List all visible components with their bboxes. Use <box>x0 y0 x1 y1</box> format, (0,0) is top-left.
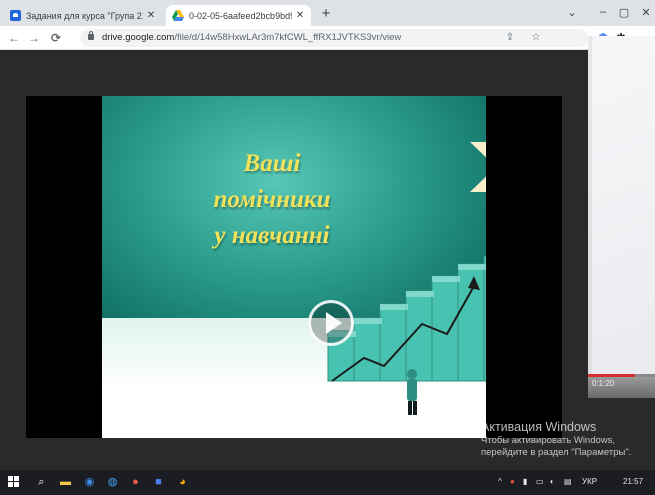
taskbar-clock[interactable]: 21:57 <box>623 477 643 486</box>
close-tab-icon[interactable]: ✕ <box>295 10 305 21</box>
browser-tab-strip: Задания для курса "Група 211 І ✕ 0-02-05… <box>0 0 655 26</box>
tray-app-icon[interactable]: ● <box>510 477 515 486</box>
close-tab-icon[interactable]: ✕ <box>146 10 156 21</box>
store-icon[interactable]: ◍ <box>105 475 120 490</box>
forward-arrow-icon[interactable]: → <box>26 30 42 46</box>
tab-search-icon[interactable]: ⌄ <box>563 6 581 20</box>
video-time: 0:1:20 <box>592 379 615 388</box>
new-tab-button[interactable]: + <box>318 6 334 22</box>
notes-icon[interactable]: ▤ <box>564 477 572 486</box>
volume-icon[interactable]: ◖ <box>549 477 554 486</box>
restore-button[interactable]: ▢ <box>615 6 633 20</box>
video-controls: 0:1:20 <box>588 377 655 398</box>
chevron-right-icon <box>470 142 486 192</box>
reload-icon[interactable]: ⟳ <box>48 30 64 46</box>
tray-chevron-icon[interactable]: ^ <box>498 477 502 486</box>
address-url: drive.google.com/file/d/14w58HxwLAr3m7kf… <box>102 32 401 43</box>
slide-title-line: у навчанні <box>214 222 330 249</box>
video-frame-slide[interactable]: Ваші помічники у навчанні <box>102 96 486 438</box>
word-icon[interactable]: ■ <box>151 475 166 490</box>
activation-title: Активация Windows <box>481 420 597 434</box>
tab-title: 0-02-05-6aafeed2bcb9bd9ce09 <box>189 10 292 21</box>
background-window[interactable]: 0:1:20 <box>588 36 655 398</box>
window-shadow <box>588 36 592 398</box>
monitor-icon[interactable]: ▭ <box>536 477 544 486</box>
app-icon[interactable]: ● <box>128 475 143 490</box>
windows-activation-watermark: Активация Windows Чтобы активировать Win… <box>481 420 653 459</box>
close-window-button[interactable]: ✕ <box>637 6 655 20</box>
file-explorer-icon[interactable]: ▬ <box>58 475 73 490</box>
lock-icon <box>88 31 94 40</box>
tab-drive-file[interactable]: 0-02-05-6aafeed2bcb9bd9ce09 ✕ <box>166 5 311 26</box>
back-arrow-icon[interactable]: ← <box>6 30 22 46</box>
windows-taskbar: ⌕ ▬ ◉ ◍ ● ■ ◕ ^ ● ▮ ▭ ◖ ▤ УКР 21:57 <box>0 470 655 495</box>
slide-title: Ваші помічники у навчанні <box>172 146 372 254</box>
input-language[interactable]: УКР <box>582 477 597 486</box>
edge-browser-icon[interactable]: ◉ <box>82 475 97 490</box>
play-button[interactable] <box>308 300 354 346</box>
url-path: /file/d/14w58HxwLAr3m7kfCWL_ffRX1JVTKS3v… <box>174 32 402 43</box>
tab-classroom-assignments[interactable]: Задания для курса "Група 211 І ✕ <box>4 5 162 26</box>
google-drive-icon <box>172 10 184 21</box>
windows-start-icon[interactable] <box>8 476 20 488</box>
activation-line: перейдите в раздел "Параметры". <box>481 447 632 458</box>
slide-title-line: помічники <box>213 186 331 213</box>
slide-title-line: Ваші <box>243 150 301 177</box>
network-icon[interactable]: ▮ <box>523 477 527 486</box>
activation-line: Чтобы активировать Windows, <box>481 435 616 446</box>
drive-viewer: Ваші помічники у навчанні <box>0 50 655 470</box>
minimize-button[interactable]: – <box>594 6 612 20</box>
share-icon[interactable]: ⇪ <box>504 32 516 44</box>
tab-title: Задания для курса "Група 211 І <box>26 10 143 21</box>
search-icon[interactable]: ⌕ <box>34 475 49 490</box>
browser-toolbar: ← → ⟳ drive.google.com/file/d/14w58HxwLA… <box>0 26 655 50</box>
chrome-icon[interactable]: ◕ <box>175 475 190 490</box>
url-host: drive.google.com <box>102 32 175 43</box>
address-bar[interactable]: drive.google.com/file/d/14w58HxwLAr3m7kf… <box>80 29 588 47</box>
bookmark-star-icon[interactable]: ☆ <box>530 32 542 44</box>
google-classroom-icon <box>10 10 21 21</box>
